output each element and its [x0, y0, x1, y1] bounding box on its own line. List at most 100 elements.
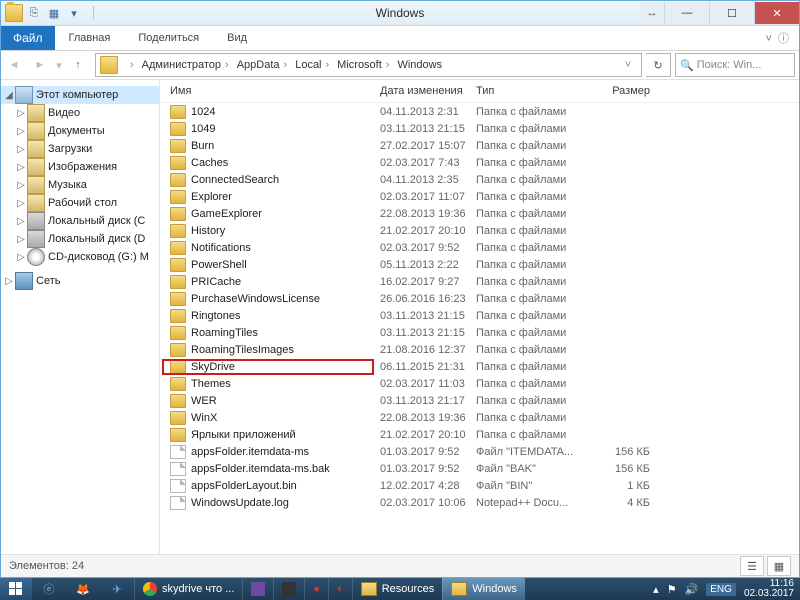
list-item[interactable]: PowerShell05.11.2013 2:22Папка с файлами — [160, 256, 799, 273]
start-button[interactable] — [0, 578, 32, 600]
list-item[interactable]: Ringtones03.11.2013 21:15Папка с файлами — [160, 307, 799, 324]
nav-up-button[interactable]: ↑ — [65, 53, 91, 77]
list-item[interactable]: WinX22.08.2013 19:36Папка с файлами — [160, 409, 799, 426]
expand-ribbon-icon[interactable]: ˅ ⓘ — [755, 26, 799, 50]
list-item[interactable]: PRICache16.02.2017 9:27Папка с файлами — [160, 273, 799, 290]
address-bar[interactable]: › Администратор› AppData› Local› Microso… — [95, 53, 642, 77]
nav-this-pc[interactable]: ◢ Этот компьютер — [1, 86, 159, 104]
list-item[interactable]: Burn27.02.2017 15:07Папка с файлами — [160, 137, 799, 154]
tree-expand-icon[interactable]: ▷ — [15, 252, 27, 263]
view-icons-button[interactable]: ▦ — [767, 556, 791, 576]
tree-expand-icon[interactable]: ▷ — [15, 234, 27, 245]
col-type[interactable]: Тип — [476, 85, 580, 97]
list-item[interactable]: Caches02.03.2017 7:43Папка с файлами — [160, 154, 799, 171]
list-item[interactable]: Ярлыки приложений21.02.2017 20:10Папка с… — [160, 426, 799, 443]
taskbar-task[interactable]: Windows — [442, 578, 525, 600]
nav-item[interactable]: ▷Видео — [1, 104, 159, 122]
taskbar-task[interactable] — [242, 578, 273, 600]
crumb-2[interactable]: Local› — [291, 54, 333, 76]
crumb-1[interactable]: AppData› — [233, 54, 291, 76]
crumb-3[interactable]: Microsoft› — [333, 54, 393, 76]
tree-expand-icon[interactable]: ▷ — [3, 276, 15, 287]
tray-clock[interactable]: 11:16 02.03.2017 — [744, 579, 794, 599]
address-dropdown-icon[interactable]: ˅ — [615, 53, 641, 77]
nav-item[interactable]: ▷Локальный диск (C — [1, 212, 159, 230]
refresh-button[interactable]: ↻ — [646, 53, 671, 77]
item-size: 156 КБ — [580, 446, 664, 458]
taskbar-task[interactable] — [273, 578, 304, 600]
minimize-button[interactable]: — — [664, 2, 709, 24]
list-item[interactable]: RoamingTilesImages21.08.2016 12:37Папка … — [160, 341, 799, 358]
taskbar-ie-icon[interactable]: ⓔ — [32, 578, 66, 600]
list-item[interactable]: appsFolder.itemdata-ms01.03.2017 9:52Фай… — [160, 443, 799, 460]
tree-expand-icon[interactable]: ▷ — [15, 198, 27, 209]
tray-flag-icon[interactable]: ⚑ — [667, 583, 677, 596]
qat-dropdown-icon[interactable]: ▾ — [65, 4, 83, 22]
list-item[interactable]: ConnectedSearch04.11.2013 2:35Папка с фа… — [160, 171, 799, 188]
nav-forward-button[interactable]: ► — [27, 53, 53, 77]
nav-item[interactable]: ▷Музыка — [1, 176, 159, 194]
nav-network[interactable]: ▷ Сеть — [1, 272, 159, 290]
tray-volume-icon[interactable]: 🔊 — [685, 583, 699, 596]
file-tab[interactable]: Файл — [1, 26, 55, 50]
taskbar-task[interactable]: Resources — [352, 578, 443, 600]
tree-expand-icon[interactable]: ▷ — [15, 108, 27, 119]
tree-expand-icon[interactable]: ▷ — [15, 126, 27, 137]
cc-icon: ◐ — [337, 583, 344, 595]
tab-view[interactable]: Вид — [213, 26, 261, 50]
tree-expand-icon[interactable]: ▷ — [15, 162, 27, 173]
nav-item[interactable]: ▷CD-дисковод (G:) M — [1, 248, 159, 266]
task-label: Resources — [382, 583, 435, 595]
taskbar-task[interactable]: skydrive что ... — [134, 578, 242, 600]
tree-collapse-icon[interactable]: ◢ — [3, 90, 15, 101]
list-item[interactable]: RoamingTiles03.11.2013 21:15Папка с файл… — [160, 324, 799, 341]
nav-item[interactable]: ▷Рабочий стол — [1, 194, 159, 212]
qat-properties-icon[interactable]: ⎘ — [25, 4, 43, 22]
nav-item[interactable]: ▷Локальный диск (D — [1, 230, 159, 248]
nav-history-dropdown[interactable]: ▾ — [53, 53, 65, 77]
col-date[interactable]: Дата изменения — [380, 85, 476, 97]
maximize-button[interactable]: ☐ — [709, 2, 754, 24]
view-details-button[interactable]: ☰ — [740, 556, 764, 576]
item-size: 4 КБ — [580, 497, 664, 509]
list-item[interactable]: Explorer02.03.2017 11:07Папка с файлами — [160, 188, 799, 205]
tray-show-hidden-icon[interactable]: ▴ — [653, 583, 659, 596]
list-item[interactable]: WER03.11.2013 21:17Папка с файлами — [160, 392, 799, 409]
list-item[interactable]: PurchaseWindowsLicense26.06.2016 16:23Па… — [160, 290, 799, 307]
qat-newfolder-icon[interactable]: ▦ — [45, 4, 63, 22]
lib-icon — [27, 140, 45, 158]
close-button[interactable]: ✕ — [754, 2, 799, 24]
list-item[interactable]: appsFolderLayout.bin12.02.2017 4:28Файл … — [160, 477, 799, 494]
nav-label: Изображения — [48, 161, 117, 173]
tab-home[interactable]: Главная — [55, 26, 125, 50]
nav-item[interactable]: ▷Загрузки — [1, 140, 159, 158]
list-item[interactable]: Notifications02.03.2017 9:52Папка с файл… — [160, 239, 799, 256]
list-item[interactable]: GameExplorer22.08.2013 19:36Папка с файл… — [160, 205, 799, 222]
tree-expand-icon[interactable]: ▷ — [15, 144, 27, 155]
search-input[interactable]: 🔍 Поиск: Win... — [675, 53, 795, 77]
list-item[interactable]: appsFolder.itemdata-ms.bak01.03.2017 9:5… — [160, 460, 799, 477]
tree-expand-icon[interactable]: ▷ — [15, 180, 27, 191]
taskbar-firefox-icon[interactable]: 🦊 — [66, 578, 100, 600]
help-button[interactable]: ↔ — [640, 2, 664, 24]
list-item[interactable]: SkyDrive06.11.2015 21:31Папка с файлами — [160, 358, 799, 375]
list-item[interactable]: 104903.11.2013 21:15Папка с файлами — [160, 120, 799, 137]
col-name[interactable]: Имя — [160, 85, 380, 97]
list-item[interactable]: Themes02.03.2017 11:03Папка с файлами — [160, 375, 799, 392]
nav-item[interactable]: ▷ Изображения — [1, 158, 159, 176]
nav-item[interactable]: ▷Документы — [1, 122, 159, 140]
crumb-0[interactable]: Администратор› — [138, 54, 233, 76]
list-item[interactable]: 102404.11.2013 2:31Папка с файлами — [160, 103, 799, 120]
taskbar-task[interactable]: ● — [304, 578, 328, 600]
crumb-4[interactable]: Windows — [393, 54, 446, 76]
nav-back-button[interactable]: ◄ — [1, 53, 27, 77]
col-size[interactable]: Размер — [580, 85, 664, 97]
crumb-root-chev[interactable]: › — [122, 54, 138, 76]
list-item[interactable]: History21.02.2017 20:10Папка с файлами — [160, 222, 799, 239]
tray-language[interactable]: ENG — [706, 583, 736, 596]
tab-share[interactable]: Поделиться — [124, 26, 213, 50]
tree-expand-icon[interactable]: ▷ — [15, 216, 27, 227]
taskbar-telegram-icon[interactable]: ✈ — [100, 578, 134, 600]
list-item[interactable]: WindowsUpdate.log02.03.2017 10:06Notepad… — [160, 494, 799, 511]
taskbar-task[interactable]: ◐ — [328, 578, 352, 600]
